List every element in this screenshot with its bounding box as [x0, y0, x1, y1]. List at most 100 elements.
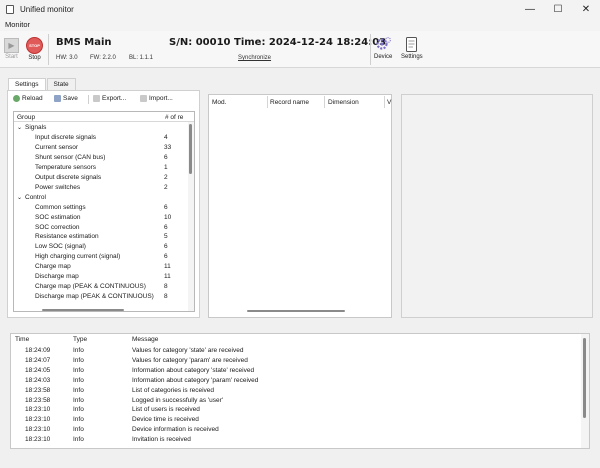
save-label: Save [63, 95, 78, 102]
log-row[interactable]: 18:24:07 Info Values for category 'param' … [11, 356, 581, 366]
log-time: 18:23:10 [25, 416, 51, 424]
tab-state[interactable]: State [46, 78, 76, 90]
tree-item-row[interactable]: SOC estimation 10 [14, 213, 188, 223]
tree-row-count: 33 [164, 143, 172, 151]
fw-version: FW: 2.2.0 [90, 55, 116, 61]
log-row[interactable]: 18:23:58 Info Logged in successfully as 'u… [11, 396, 581, 406]
document-icon [406, 37, 418, 52]
reload-button[interactable]: Reload [13, 95, 43, 102]
start-label: Start [5, 54, 18, 60]
log-row[interactable]: 18:24:05 Info Information about category '… [11, 366, 581, 376]
tree-row-count: 11 [164, 263, 171, 271]
tree-row-label: Control [25, 193, 46, 201]
tree-item-row[interactable]: High charging current (signal) 6 [14, 252, 188, 262]
log-type: Info [73, 366, 84, 374]
group-grid-header: Group # of re [14, 112, 194, 122]
log-row[interactable]: 18:24:09 Info Values for category 'state' … [11, 346, 581, 356]
app-icon [6, 4, 14, 14]
tree-group-row[interactable]: ⌄ Control [14, 193, 188, 203]
tree-row-count: 4 [164, 133, 168, 141]
tree-item-row[interactable]: Current sensor 33 [14, 143, 188, 153]
menu-monitor[interactable]: Monitor [5, 20, 30, 29]
log-row[interactable]: 18:23:10 Info Invitation is received [11, 435, 581, 445]
log-row[interactable]: 18:23:10 Info List of users is received [11, 405, 581, 415]
tree-item-row[interactable]: Output discrete signals 2 [14, 173, 188, 183]
log-row[interactable]: 18:24:03 Info Information about category '… [11, 376, 581, 386]
column-header-message[interactable]: Message [132, 336, 158, 343]
device-button[interactable]: Device [374, 36, 392, 60]
stop-label: Stop [28, 55, 41, 61]
column-header-count[interactable]: # of re [165, 114, 183, 121]
import-icon [140, 95, 147, 102]
column-header-dimension[interactable]: Dimension [328, 99, 359, 106]
import-button[interactable]: Import... [140, 95, 173, 102]
log-type: Info [73, 406, 84, 414]
start-button[interactable]: ▶ Start [4, 38, 19, 60]
log-row[interactable]: 18:23:58 Info List of categories is receiv… [11, 386, 581, 396]
stop-icon: STOP [26, 37, 43, 54]
tab-settings[interactable]: Settings [8, 78, 46, 90]
log-row[interactable]: 18:23:10 Info Device time is received [11, 415, 581, 425]
tree-row-label: SOC correction [35, 223, 80, 231]
stop-button[interactable]: STOP Stop [26, 37, 43, 61]
tree-item-row[interactable]: Charge map 11 [14, 262, 188, 272]
column-divider[interactable] [384, 96, 385, 108]
bl-version: BL: 1.1.1 [129, 55, 154, 61]
maximize-button[interactable]: ☐ [544, 0, 572, 18]
tree-item-row[interactable]: Power switches 2 [14, 183, 188, 193]
tree-item-row[interactable]: Shunt sensor (CAN bus) 6 [14, 153, 188, 163]
tree-row-count: 6 [164, 223, 168, 231]
settings-label: Settings [401, 54, 423, 60]
close-button[interactable]: ✕ [572, 0, 600, 18]
log-message: Information about category 'param' recei… [132, 376, 259, 384]
log-time: 18:23:10 [25, 426, 51, 434]
minimize-button[interactable]: — [516, 0, 544, 18]
tree-item-row[interactable]: Discharge map (PEAK & CONTINUOUS) 8 [14, 292, 188, 302]
group-grid-horizontal-scrollbar[interactable] [42, 309, 124, 311]
log-row[interactable]: 18:23:10 Info Device information is receiv… [11, 425, 581, 435]
column-divider[interactable] [267, 96, 268, 108]
play-icon: ▶ [4, 38, 19, 53]
column-header-type[interactable]: Type [73, 336, 87, 343]
group-grid-vertical-scrollbar[interactable] [188, 122, 194, 311]
window-title: Unified monitor [20, 4, 74, 14]
chevron-down-icon[interactable]: ⌄ [17, 124, 22, 131]
column-divider[interactable] [324, 96, 325, 108]
log-type: Info [73, 356, 84, 364]
tree-item-row[interactable]: Charge map (PEAK & CONTINUOUS) 8 [14, 282, 188, 292]
tree-item-row[interactable]: Resistance estimation 5 [14, 232, 188, 242]
tree-item-row[interactable]: Discharge map 11 [14, 272, 188, 282]
scrollbar-thumb[interactable] [189, 124, 192, 174]
chevron-down-icon[interactable]: ⌄ [17, 194, 22, 201]
tree-item-row[interactable]: Low SOC (signal) 6 [14, 242, 188, 252]
log-time: 18:23:10 [25, 436, 51, 444]
hw-version: HW: 3.0 [56, 55, 78, 61]
log-grid-vertical-scrollbar[interactable] [581, 334, 589, 448]
synchronize-link[interactable]: Synchronize [238, 55, 271, 61]
column-header-record-name[interactable]: Record name [270, 99, 309, 106]
tree-row-count: 2 [164, 183, 168, 191]
tree-item-row[interactable]: Temperature sensors 1 [14, 163, 188, 173]
toolbar-separator [88, 95, 89, 104]
title-bar: Unified monitor — ☐ ✕ [0, 0, 600, 18]
tree-row-count: 6 [164, 203, 168, 211]
log-time: 18:24:09 [25, 347, 51, 354]
tree-group-row[interactable]: ⌄ Signals [14, 123, 188, 133]
column-header-group[interactable]: Group [17, 114, 35, 121]
column-header-mod[interactable]: Mod. [212, 99, 226, 106]
tree-item-row[interactable]: Input discrete signals 4 [14, 133, 188, 143]
save-button[interactable]: Save [54, 95, 78, 102]
records-grid-horizontal-scrollbar[interactable] [247, 310, 345, 312]
tree-item-row[interactable]: SOC correction 6 [14, 223, 188, 233]
export-button[interactable]: Export... [93, 95, 126, 102]
tree-item-row[interactable]: Common settings 6 [14, 203, 188, 213]
tree-row-label: Power switches [35, 183, 81, 191]
column-header-value[interactable]: V [387, 99, 391, 106]
menu-bar: Monitor [0, 18, 600, 31]
settings-button[interactable]: Settings [401, 36, 423, 60]
tree-row-count: 6 [164, 253, 168, 261]
scrollbar-thumb[interactable] [583, 338, 586, 418]
column-header-time[interactable]: Time [15, 336, 29, 343]
log-time: 18:23:58 [25, 396, 51, 404]
tree-row-label: SOC estimation [35, 213, 81, 221]
